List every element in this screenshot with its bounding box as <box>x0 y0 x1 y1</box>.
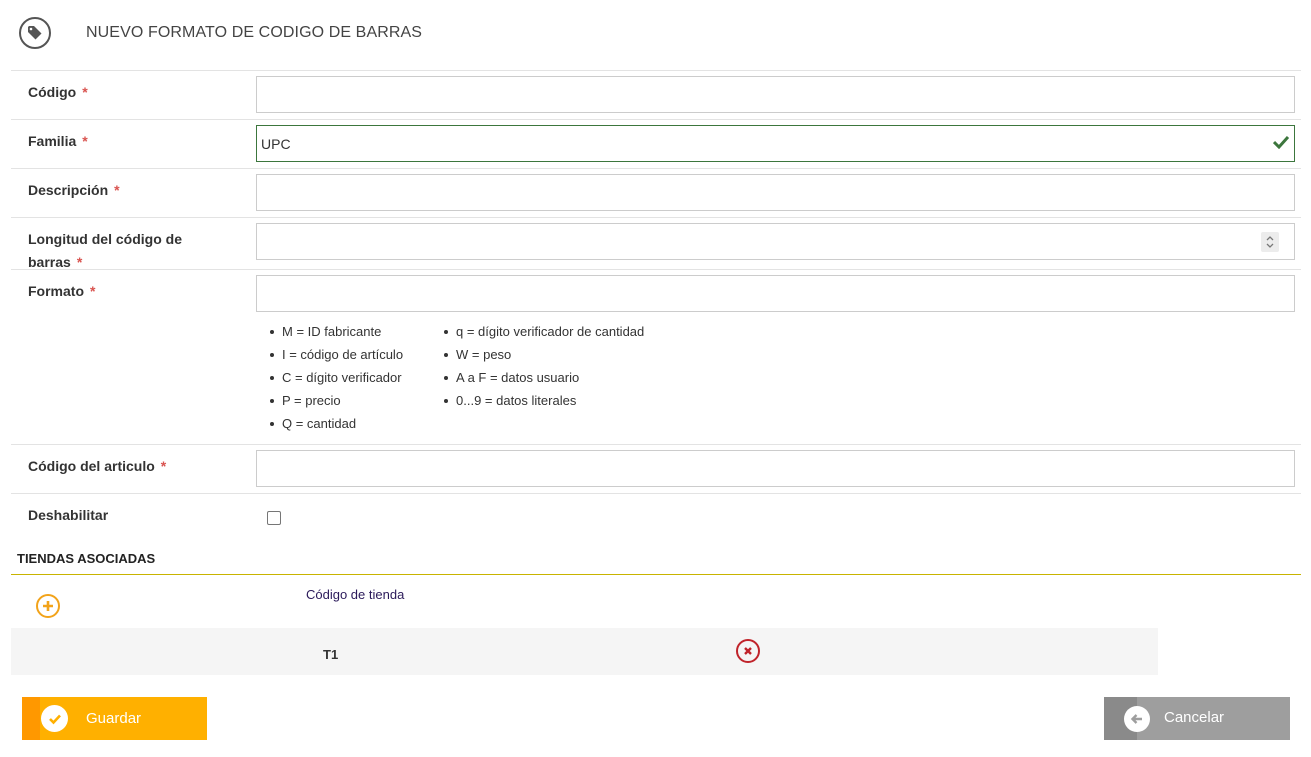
help-item: A a F = datos usuario <box>444 366 644 389</box>
plus-icon <box>43 601 53 611</box>
save-button[interactable]: Guardar <box>22 697 207 740</box>
cancel-button-label: Cancelar <box>1164 709 1225 726</box>
check-circle-icon <box>41 705 68 732</box>
close-icon <box>744 647 752 655</box>
required-marker: * <box>82 133 88 149</box>
field-label-longitud: Longitud del código de barras * <box>28 231 182 270</box>
field-label-familia: Familia * <box>28 133 88 149</box>
field-label-deshabilitar: Deshabilitar <box>28 507 109 523</box>
help-item: M = ID fabricante <box>270 320 403 343</box>
formato-help-left: M = ID fabricante I = código de artículo… <box>270 320 403 435</box>
number-spinner[interactable] <box>1261 232 1279 252</box>
codigo-input[interactable] <box>256 76 1295 113</box>
field-label-descripcion: Descripción * <box>28 182 120 198</box>
familia-input[interactable] <box>256 125 1295 162</box>
help-item: 0...9 = datos literales <box>444 389 644 412</box>
save-button-label: Guardar <box>86 710 142 727</box>
section-title-tiendas: TIENDAS ASOCIADAS <box>17 551 156 566</box>
add-store-button[interactable] <box>36 594 60 618</box>
formato-help-right: q = dígito verificador de cantidad W = p… <box>444 320 644 412</box>
required-marker: * <box>76 254 83 270</box>
required-marker: * <box>90 283 96 299</box>
required-marker: * <box>114 182 120 198</box>
deshabilitar-checkbox[interactable] <box>267 511 281 525</box>
help-item: Q = cantidad <box>270 412 403 435</box>
codigo-articulo-input[interactable] <box>256 450 1295 487</box>
form-row-deshabilitar: Deshabilitar <box>11 493 1301 543</box>
spinner-arrows-icon <box>1266 236 1274 248</box>
required-marker: * <box>82 84 88 100</box>
table-row: T1 <box>11 628 1158 675</box>
form-row-longitud: Longitud del código de barras * <box>11 217 1301 270</box>
field-label-formato: Formato * <box>28 283 96 299</box>
arrow-left-icon <box>1124 706 1150 732</box>
form-row-familia: Familia * <box>11 119 1301 168</box>
help-item: W = peso <box>444 343 644 366</box>
cancel-button[interactable]: Cancelar <box>1104 697 1290 740</box>
remove-store-button[interactable] <box>736 639 760 663</box>
field-label-codigo: Código * <box>28 84 88 100</box>
check-icon <box>1272 135 1290 154</box>
descripcion-input[interactable] <box>256 174 1295 211</box>
formato-input[interactable] <box>256 275 1295 312</box>
section-divider <box>11 574 1301 575</box>
field-label-codigo-articulo: Código del articulo * <box>28 458 167 474</box>
help-item: I = código de artículo <box>270 343 403 366</box>
tag-icon <box>19 17 51 49</box>
help-item: P = precio <box>270 389 403 412</box>
store-code: T1 <box>323 647 339 662</box>
form-row-codigo: Código * <box>11 70 1301 119</box>
required-marker: * <box>160 458 167 474</box>
form-row-codigo-articulo: Código del articulo * <box>11 444 1301 493</box>
page-title: NUEVO FORMATO DE CODIGO DE BARRAS <box>86 24 423 41</box>
column-header-codigo-tienda: Código de tienda <box>306 587 405 602</box>
help-item: C = dígito verificador <box>270 366 403 389</box>
form-row-formato: Formato * M = ID fabricante I = código de… <box>11 269 1301 444</box>
page-header: NUEVO FORMATO DE CODIGO DE BARRAS <box>0 0 1311 70</box>
longitud-input[interactable] <box>256 223 1295 260</box>
button-accent-stripe <box>22 697 40 740</box>
form-row-descripcion: Descripción * <box>11 168 1301 217</box>
help-item: q = dígito verificador de cantidad <box>444 320 644 343</box>
